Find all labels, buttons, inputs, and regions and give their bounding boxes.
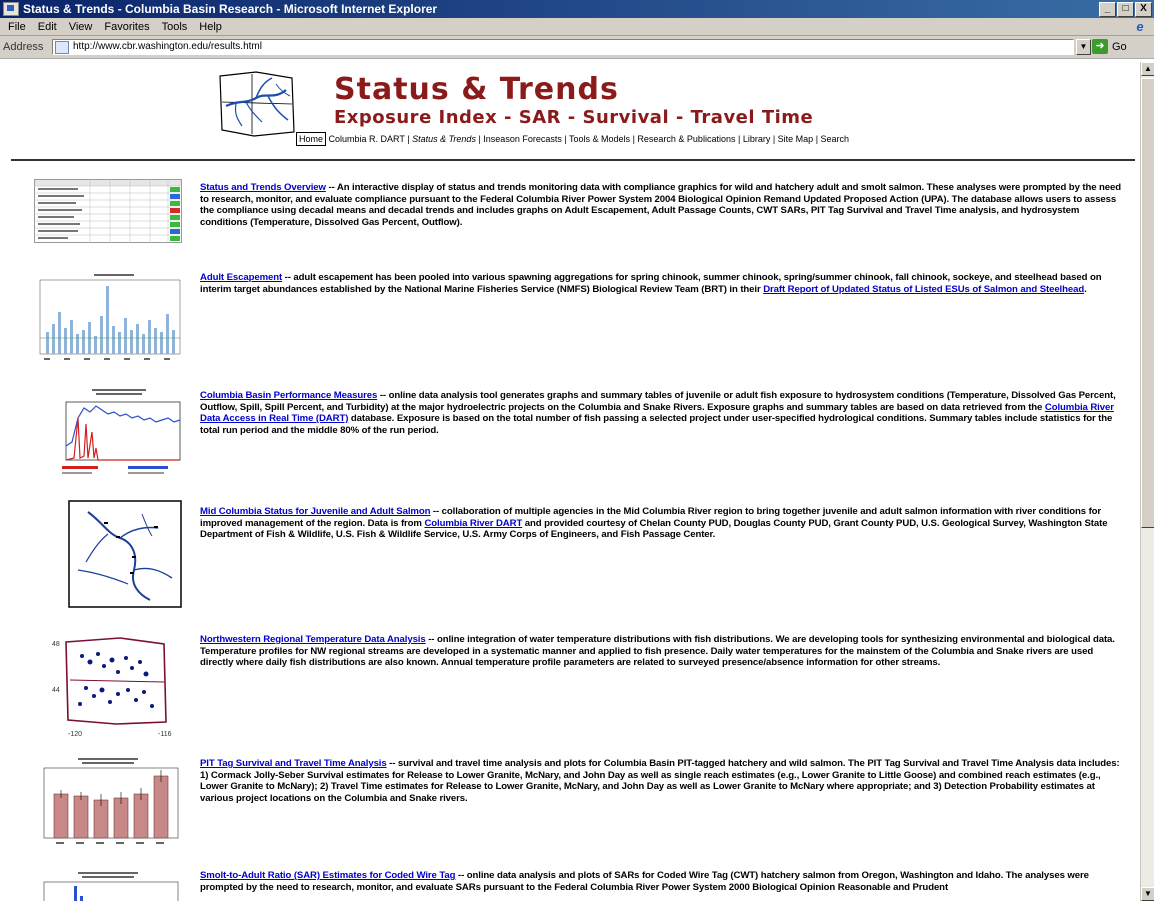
ie-logo-icon: e <box>1136 19 1144 34</box>
address-input[interactable]: http://www.cbr.washington.edu/results.ht… <box>52 39 1074 55</box>
close-button[interactable]: X <box>1135 2 1152 17</box>
menu-help[interactable]: Help <box>199 21 222 33</box>
entry-sar-estimates: Smolt-to-Adult Ratio (SAR) Estimates for… <box>200 870 1128 893</box>
sar-estimates-link[interactable]: Smolt-to-Adult Ratio (SAR) Estimates for… <box>200 870 456 881</box>
scroll-up-arrow[interactable]: ▲ <box>1141 62 1154 76</box>
nav-research-link[interactable]: Research & Publications <box>637 134 735 144</box>
performance-measures-thumbnail[interactable] <box>58 388 182 484</box>
mid-columbia-map-thumbnail[interactable] <box>68 500 182 608</box>
temp-y-label-bottom: 44 <box>52 687 60 694</box>
scroll-thumb[interactable] <box>1141 78 1154 528</box>
go-arrow-icon[interactable]: ➜ <box>1092 39 1108 54</box>
nav-separator: | <box>770 134 778 144</box>
menu-view[interactable]: View <box>69 21 93 33</box>
temperature-map-thumbnail[interactable]: 48 44 -120 -116 <box>46 632 182 740</box>
temp-x-label-left: -120 <box>68 731 82 738</box>
page-content: Status & Trends Exposure Index - SAR - S… <box>0 62 1140 901</box>
entry-description-tail: . <box>1084 283 1087 295</box>
entry-status-trends-overview: Status and Trends Overview -- An interac… <box>200 182 1128 228</box>
window-title: Status & Trends - Columbia Basin Researc… <box>23 2 438 16</box>
entry-performance-measures: Columbia Basin Performance Measures -- o… <box>200 390 1128 436</box>
adult-escapement-link[interactable]: Adult Escapement <box>200 272 282 283</box>
sar-estimates-thumbnail[interactable] <box>34 870 182 901</box>
entry-temperature-analysis: Northwestern Regional Temperature Data A… <box>200 634 1128 669</box>
menu-tools[interactable]: Tools <box>162 21 188 33</box>
vertical-scrollbar[interactable]: ▲ ▼ <box>1140 62 1154 901</box>
nav-inseason-link[interactable]: Inseason Forecasts <box>483 134 562 144</box>
nav-separator: | <box>404 134 413 144</box>
entry-mid-columbia: Mid Columbia Status for Juvenile and Adu… <box>200 506 1128 541</box>
nav-library-link[interactable]: Library <box>743 134 771 144</box>
site-nav: Home Columbia R. DART | Status & Trends … <box>296 132 850 146</box>
entry-pit-tag-survival: PIT Tag Survival and Travel Time Analysi… <box>200 758 1128 804</box>
nav-search-link[interactable]: Search <box>821 134 850 144</box>
site-title: Status & Trends <box>334 72 619 107</box>
site-header: Status & Trends Exposure Index - SAR - S… <box>216 70 936 150</box>
temp-y-label-top: 48 <box>52 641 60 648</box>
status-trends-overview-link[interactable]: Status and Trends Overview <box>200 182 326 193</box>
nav-columbia-dart-link[interactable]: Columbia R. DART <box>329 134 405 144</box>
go-button[interactable]: Go <box>1112 41 1127 53</box>
nav-home-link[interactable]: Home <box>296 132 327 146</box>
basin-map-logo[interactable] <box>216 70 296 142</box>
window-title-bar[interactable]: Status & Trends - Columbia Basin Researc… <box>0 0 1154 18</box>
address-dropdown-button[interactable]: ▼ <box>1076 39 1091 55</box>
mid-columbia-link[interactable]: Mid Columbia Status for Juvenile and Adu… <box>200 506 430 517</box>
site-subtitle: Exposure Index - SAR - Survival - Travel… <box>334 107 814 128</box>
menu-favorites[interactable]: Favorites <box>104 21 149 33</box>
draft-report-link[interactable]: Draft Report of Updated Status of Listed… <box>763 284 1084 295</box>
address-label: Address <box>3 41 44 53</box>
menu-edit[interactable]: Edit <box>38 21 57 33</box>
address-url: http://www.cbr.washington.edu/results.ht… <box>73 41 262 52</box>
page-icon <box>55 40 69 54</box>
pit-tag-survival-link[interactable]: PIT Tag Survival and Travel Time Analysi… <box>200 758 387 769</box>
entry-adult-escapement: Adult Escapement -- adult escapement has… <box>200 272 1128 295</box>
temperature-analysis-link[interactable]: Northwestern Regional Temperature Data A… <box>200 634 426 645</box>
overview-table-thumbnail[interactable] <box>34 179 182 243</box>
maximize-button[interactable]: □ <box>1117 2 1134 17</box>
minimize-button[interactable]: _ <box>1099 2 1116 17</box>
nav-separator: | <box>561 134 570 144</box>
escapement-chart-thumbnail[interactable] <box>34 272 182 368</box>
nav-separator: | <box>735 134 743 144</box>
columbia-river-dart-link[interactable]: Columbia River DART <box>424 518 522 529</box>
scroll-down-arrow[interactable]: ▼ <box>1141 887 1154 901</box>
nav-sitemap-link[interactable]: Site Map <box>778 134 814 144</box>
nav-separator: | <box>813 134 821 144</box>
performance-measures-link[interactable]: Columbia Basin Performance Measures <box>200 390 377 401</box>
pit-tag-survival-thumbnail[interactable] <box>34 756 182 852</box>
temp-x-label-right: -116 <box>158 731 172 738</box>
menu-file[interactable]: File <box>8 21 26 33</box>
header-divider <box>11 159 1135 161</box>
nav-status-trends-link[interactable]: Status & Trends <box>412 134 476 144</box>
menu-bar: File Edit View Favorites Tools Help e <box>0 18 1154 36</box>
ie-page-icon <box>3 2 19 16</box>
nav-tools-link[interactable]: Tools & Models <box>569 134 630 144</box>
entry-description: -- An interactive display of status and … <box>200 182 1122 228</box>
address-bar: Address http://www.cbr.washington.edu/re… <box>0 36 1154 60</box>
